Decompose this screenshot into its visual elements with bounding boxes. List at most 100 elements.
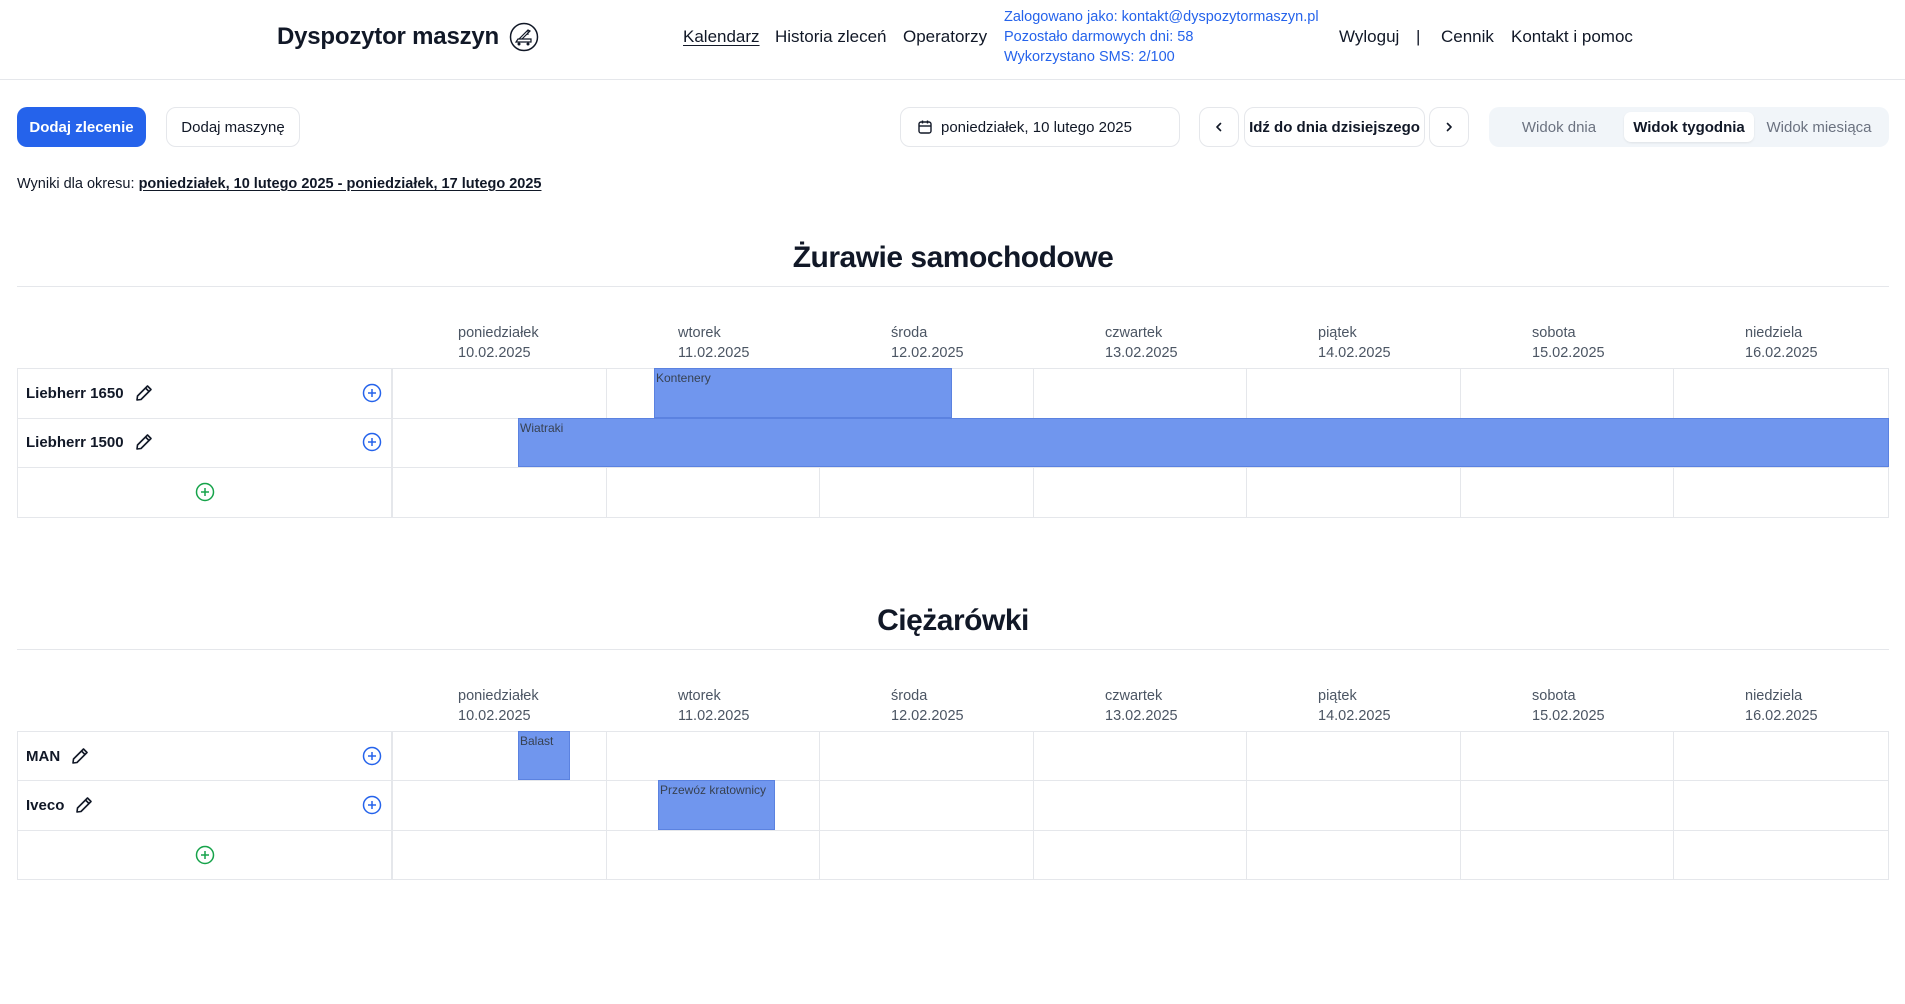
top-header: Dyspozytor maszyn Kalendarz Historia zle…	[0, 0, 1905, 80]
section-divider	[17, 286, 1889, 287]
grid-column-line	[1460, 731, 1461, 880]
day-name: sobota	[1532, 688, 1576, 704]
grid-row-line	[17, 467, 1889, 468]
machine-name: Liebherr 1650	[26, 384, 124, 402]
day-name: środa	[891, 325, 928, 341]
booking-block[interactable]: Balast	[518, 731, 570, 780]
view-switcher: Widok dnia Widok tygodnia Widok miesiąca	[1489, 107, 1889, 147]
add-order-circle-icon[interactable]	[362, 795, 382, 815]
tab-week-view[interactable]: Widok tygodnia	[1624, 112, 1754, 142]
crane-logo-icon	[509, 22, 539, 52]
day-header: środa 12.02.2025	[891, 323, 964, 363]
next-week-button[interactable]	[1429, 107, 1469, 147]
grid-row-line	[17, 830, 1889, 831]
day-date: 12.02.2025	[891, 708, 964, 724]
day-date: 11.02.2025	[678, 345, 750, 361]
pricing-link[interactable]: Cennik	[1441, 27, 1494, 47]
brand[interactable]: Dyspozytor maszyn	[277, 22, 539, 52]
day-header: sobota 15.02.2025	[1532, 323, 1605, 363]
add-machine-circle-icon[interactable]	[195, 482, 215, 502]
day-date: 13.02.2025	[1105, 345, 1178, 361]
day-header: środa 12.02.2025	[891, 686, 964, 726]
day-name: poniedziałek	[458, 325, 539, 341]
date-picker[interactable]: poniedziałek, 10 lutego 2025	[900, 107, 1180, 147]
day-name: czwartek	[1105, 325, 1163, 341]
grid-divider	[391, 368, 393, 518]
nav-order-history[interactable]: Historia zleceń	[775, 27, 887, 47]
free-days-left: Pozostało darmowych dni: 58	[1004, 29, 1194, 45]
booking-block[interactable]: Wiatraki	[518, 418, 1889, 467]
previous-week-button[interactable]	[1199, 107, 1239, 147]
day-header: sobota 15.02.2025	[1532, 686, 1605, 726]
grid-column-line	[1033, 731, 1034, 880]
day-date: 16.02.2025	[1745, 345, 1818, 361]
machine-row-liebherr-1650: Liebherr 1650	[26, 383, 154, 403]
day-date: 10.02.2025	[458, 708, 531, 724]
day-header: niedziela 16.02.2025	[1745, 686, 1818, 726]
user-info: Zalogowano jako: kontakt@dyspozytormaszy…	[1004, 7, 1319, 67]
day-date: 14.02.2025	[1318, 345, 1391, 361]
booking-block[interactable]: Przewóz kratownicy	[658, 780, 775, 830]
day-name: środa	[891, 688, 928, 704]
tab-month-view[interactable]: Widok miesiąca	[1754, 112, 1884, 142]
schedule-grid-trucks	[17, 731, 1889, 880]
logout-link[interactable]: Wyloguj	[1339, 27, 1399, 47]
day-header: poniedziałek 10.02.2025	[458, 323, 539, 363]
add-order-circle-icon[interactable]	[362, 383, 382, 403]
machine-name: MAN	[26, 747, 61, 765]
add-order-button[interactable]: Dodaj zlecenie	[17, 107, 146, 147]
day-header: niedziela 16.02.2025	[1745, 323, 1818, 363]
sms-usage: Wykorzystano SMS: 2/100	[1004, 49, 1175, 65]
nav-separator: |	[1416, 27, 1421, 46]
day-date: 14.02.2025	[1318, 708, 1391, 724]
day-date: 10.02.2025	[458, 345, 531, 361]
grid-column-line	[1673, 731, 1674, 880]
logged-in-as: Zalogowano jako: kontakt@dyspozytormaszy…	[1004, 9, 1319, 25]
day-header: czwartek 13.02.2025	[1105, 323, 1178, 363]
day-header: czwartek 13.02.2025	[1105, 686, 1178, 726]
edit-pencil-icon[interactable]	[134, 432, 154, 452]
grid-column-line	[819, 731, 820, 880]
nav-operators[interactable]: Operatorzy	[903, 27, 987, 47]
edit-pencil-icon[interactable]	[74, 795, 94, 815]
chevron-right-icon	[1446, 122, 1452, 132]
day-header: poniedziałek 10.02.2025	[458, 686, 539, 726]
contact-link[interactable]: Kontakt i pomoc	[1511, 27, 1633, 47]
add-machine-circle-icon[interactable]	[195, 845, 215, 865]
brand-name: Dyspozytor maszyn	[277, 23, 499, 50]
day-date: 15.02.2025	[1532, 708, 1605, 724]
add-machine-button[interactable]: Dodaj maszynę	[166, 107, 300, 147]
section-divider	[17, 649, 1889, 650]
go-to-today-button[interactable]: Idź do dnia dzisiejszego	[1244, 107, 1425, 147]
period-label: Wyniki dla okresu:	[17, 176, 135, 192]
day-header: wtorek 11.02.2025	[678, 323, 750, 363]
grid-column-line	[606, 731, 607, 880]
section-title-trucks: Ciężarówki	[877, 604, 1029, 637]
calendar-icon	[918, 120, 932, 134]
booking-block[interactable]: Kontenery	[654, 368, 952, 418]
day-name: niedziela	[1745, 325, 1803, 341]
add-order-circle-icon[interactable]	[362, 746, 382, 766]
day-date: 11.02.2025	[678, 708, 750, 724]
day-header: piątek 14.02.2025	[1318, 323, 1391, 363]
machine-row-iveco: Iveco	[26, 795, 94, 815]
grid-row-line	[17, 780, 1889, 781]
edit-pencil-icon[interactable]	[70, 746, 90, 766]
machine-row-man: MAN	[26, 746, 90, 766]
grid-column-line	[1246, 731, 1247, 880]
add-order-circle-icon[interactable]	[362, 432, 382, 452]
edit-pencil-icon[interactable]	[134, 383, 154, 403]
section-title-cranes: Żurawie samochodowe	[792, 241, 1114, 274]
day-name: wtorek	[678, 688, 721, 704]
day-name: piątek	[1318, 688, 1357, 704]
day-header: piątek 14.02.2025	[1318, 686, 1391, 726]
day-name: wtorek	[678, 325, 721, 341]
chevron-left-icon	[1216, 122, 1222, 132]
tab-day-view[interactable]: Widok dnia	[1494, 112, 1624, 142]
day-date: 16.02.2025	[1745, 708, 1818, 724]
day-name: poniedziałek	[458, 688, 539, 704]
nav-calendar[interactable]: Kalendarz	[683, 27, 760, 47]
selected-date: poniedziałek, 10 lutego 2025	[941, 118, 1132, 136]
machine-name: Liebherr 1500	[26, 433, 124, 451]
day-name: czwartek	[1105, 688, 1163, 704]
